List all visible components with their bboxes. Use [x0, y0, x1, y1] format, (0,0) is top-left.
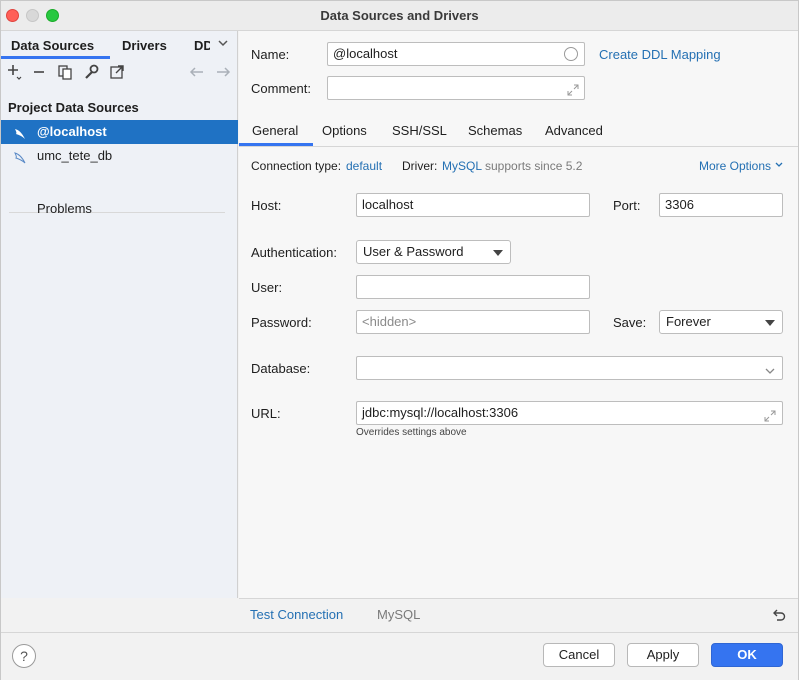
port-field[interactable]: 3306 — [659, 193, 783, 217]
data-source-item[interactable]: umc_tete_db — [1, 144, 238, 168]
data-source-label: umc_tete_db — [37, 148, 113, 163]
database-label: Database: — [251, 361, 311, 376]
test-connection-link[interactable]: Test Connection — [250, 607, 343, 622]
apply-button[interactable]: Apply — [627, 643, 699, 667]
back-arrow-icon[interactable] — [188, 63, 206, 81]
ok-button[interactable]: OK — [711, 643, 783, 667]
host-label: Host: — [251, 198, 282, 213]
active-tab-indicator — [239, 143, 313, 146]
window-title: Data Sources and Drivers — [320, 8, 479, 23]
data-source-item[interactable]: @localhost — [1, 120, 238, 144]
comment-field[interactable] — [327, 76, 585, 100]
section-title: Project Data Sources — [8, 100, 139, 115]
tab-data-sources[interactable]: Data Sources — [11, 38, 94, 53]
chevron-down-icon[interactable] — [764, 362, 776, 379]
authentication-select[interactable]: User & Password — [356, 240, 511, 264]
settings-tabs: General Options SSH/SSL Schemas Advanced — [239, 119, 798, 147]
url-value: jdbc:mysql://localhost:3306 — [362, 405, 519, 420]
driver-name-label: MySQL — [377, 607, 421, 622]
url-field[interactable]: jdbc:mysql://localhost:3306 — [356, 401, 783, 425]
mysql-dolphin-icon — [13, 125, 27, 139]
color-circle-icon[interactable] — [564, 47, 578, 61]
add-icon[interactable] — [6, 63, 24, 81]
export-icon[interactable] — [108, 63, 126, 81]
save-label: Save: — [613, 315, 647, 330]
dropdown-arrow-icon — [493, 250, 503, 256]
left-panel: Data Sources Drivers DD Project Data Sou… — [1, 31, 238, 598]
tab-drivers[interactable]: Drivers — [122, 38, 167, 53]
duplicate-icon[interactable] — [56, 63, 74, 81]
more-options-link[interactable]: More Options — [699, 159, 784, 173]
dialog-footer: ? Cancel Apply OK — [1, 632, 798, 680]
user-label: User: — [251, 280, 283, 295]
connection-actions-bar: Test Connection MySQL — [239, 598, 798, 632]
driver-label: Driver: — [402, 159, 438, 173]
port-label: Port: — [613, 198, 641, 213]
driver-note: supports since 5.2 — [485, 159, 583, 173]
chevron-down-icon — [775, 162, 783, 167]
tab-ddl-mappings[interactable]: DD — [194, 38, 210, 53]
dialog-window: Data Sources and Drivers Data Sources Dr… — [0, 0, 799, 680]
cancel-button[interactable]: Cancel — [543, 643, 615, 667]
expand-icon[interactable] — [567, 81, 579, 99]
remove-icon[interactable] — [30, 63, 48, 81]
wrench-icon[interactable] — [82, 63, 100, 81]
data-source-label: @localhost — [37, 124, 107, 139]
expand-icon[interactable] — [764, 407, 776, 424]
left-tabs: Data Sources Drivers DD — [1, 31, 238, 59]
save-select[interactable]: Forever — [659, 310, 783, 334]
more-options-label: More Options — [699, 159, 772, 173]
mysql-dolphin-icon — [13, 149, 27, 164]
tab-advanced[interactable]: Advanced — [545, 123, 603, 138]
url-note: Overrides settings above — [356, 427, 467, 438]
tab-ssh-ssl[interactable]: SSH/SSL — [392, 123, 447, 138]
driver-link[interactable]: MySQL — [442, 159, 482, 173]
url-label: URL: — [251, 406, 281, 421]
authentication-label: Authentication: — [251, 245, 338, 260]
help-button[interactable]: ? — [12, 644, 36, 668]
problems-item[interactable]: Problems — [37, 201, 92, 216]
left-toolbar — [1, 61, 238, 85]
right-panel: Name: @localhost Create DDL Mapping Comm… — [239, 31, 798, 598]
comment-label: Comment: — [251, 81, 311, 96]
tab-schemas[interactable]: Schemas — [468, 123, 522, 138]
name-label: Name: — [251, 47, 290, 62]
password-field[interactable]: <hidden> — [356, 310, 590, 334]
tab-options[interactable]: Options — [322, 123, 367, 138]
forward-arrow-icon[interactable] — [214, 63, 232, 81]
name-field[interactable]: @localhost — [327, 42, 585, 66]
dropdown-arrow-icon — [765, 320, 775, 326]
tab-general[interactable]: General — [252, 123, 298, 138]
title-bar: Data Sources and Drivers — [1, 1, 798, 31]
active-tab-indicator — [1, 56, 110, 59]
connection-type-label: Connection type: — [251, 159, 342, 173]
create-ddl-mapping-link[interactable]: Create DDL Mapping — [599, 47, 721, 62]
database-field[interactable] — [356, 356, 783, 380]
connection-type-link[interactable]: default — [346, 159, 382, 173]
save-value: Forever — [666, 314, 711, 329]
user-field[interactable] — [356, 275, 590, 299]
reset-icon[interactable] — [771, 607, 787, 626]
name-value: @localhost — [333, 46, 398, 61]
authentication-value: User & Password — [363, 244, 464, 259]
password-label: Password: — [251, 315, 312, 330]
chevron-down-icon[interactable] — [217, 37, 229, 52]
host-field[interactable]: localhost — [356, 193, 590, 217]
